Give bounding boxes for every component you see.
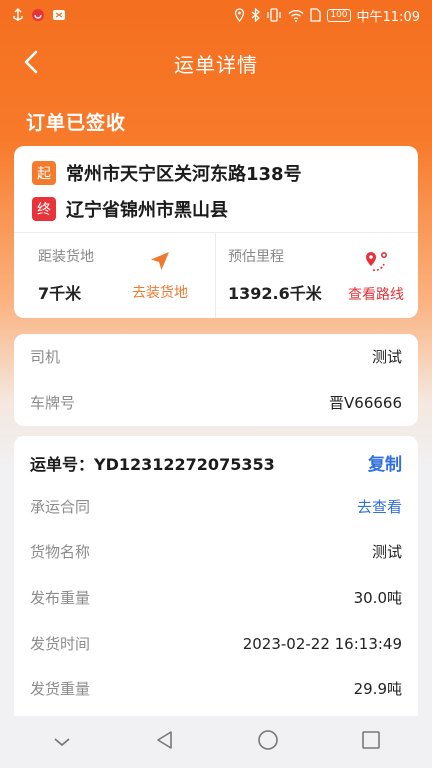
copy-button[interactable]: 复制 [368,450,402,475]
order-header: 运单号：YD12312272075353 复制 [30,450,402,476]
go-to-loading-button[interactable]: 去装货地 [132,250,188,302]
wifi-icon [288,9,304,22]
route-card: 起 常州市天宁区关河东路138号 终 辽宁省锦州市黑山县 距装货地 7千米 去装… [14,146,418,318]
distance-value: 7千米 [38,284,82,303]
collapse-icon [53,733,71,752]
plate-row: 车牌号 晋V66666 [30,392,402,413]
mileage-value: 1392.6千米 [228,284,322,303]
ship-time-label: 发货时间 [30,635,91,653]
usb-icon [12,8,24,22]
plate-value: 晋V66666 [329,394,402,412]
shipped-weight-value: 29.9吨 [353,680,402,698]
divider [215,232,216,318]
page-title: 运单详情 [174,52,258,77]
status-bar: 100 中午11:09 [0,0,432,30]
sim-card-icon [310,8,321,22]
distance-label: 距装货地 [38,249,94,265]
goods-name-label: 货物名称 [30,543,91,561]
status-left [12,8,66,22]
start-address: 常州市天宁区关河东路138号 [66,164,302,185]
route-map-icon [363,250,389,278]
shipped-weight-label: 发货重量 [30,680,91,698]
start-address-row: 起 常州市天宁区关河东路138号 [32,160,302,186]
view-route-label: 查看路线 [348,287,404,303]
goods-name-row: 货物名称 测试 [30,541,402,562]
order-number: 运单号：YD12312272075353 [30,454,275,474]
end-address: 辽宁省锦州市黑山县 [66,200,228,221]
published-weight-label: 发布重量 [30,589,91,607]
driver-row: 司机 测试 [30,346,402,367]
bluetooth-icon [251,8,261,22]
estimated-mileage: 预估里程 1392.6千米 [228,246,322,304]
sim-icon [52,9,66,21]
contract-label: 承运合同 [30,498,91,516]
goods-name-value: 测试 [371,543,402,561]
go-to-loading-label: 去装货地 [132,285,188,301]
driver-card: 司机 测试 车牌号 晋V66666 [14,334,418,426]
end-address-row: 终 辽宁省锦州市黑山县 [32,196,228,222]
published-weight-value: 30.0吨 [353,589,402,607]
plate-label: 车牌号 [30,394,76,412]
divider [14,232,418,233]
mileage-label: 预估里程 [228,249,284,265]
system-recents-button[interactable] [349,720,393,764]
end-tag: 终 [32,197,56,221]
system-back-button[interactable] [143,720,187,764]
view-route-button[interactable]: 查看路线 [348,250,404,304]
chevron-left-icon [23,50,39,78]
order-status-text: 订单已签收 [26,112,127,134]
driver-label: 司机 [30,348,61,366]
system-navigation-bar [0,716,432,768]
ship-time-value: 2023-02-22 16:13:49 [242,634,402,653]
navigation-arrow-icon [149,250,171,276]
distance-to-loading: 距装货地 7千米 [38,246,94,304]
ship-time-row: 发货时间 2023-02-22 16:13:49 [30,633,402,654]
system-home-button[interactable] [246,720,290,764]
status-time: 中午11:09 [356,9,420,25]
shipped-weight-row: 发货重量 29.9吨 [30,678,402,699]
home-circle-icon [257,729,279,755]
navigation-bar: 运单详情 [0,36,432,90]
start-tag: 起 [32,161,56,185]
collapse-button[interactable] [40,720,84,764]
order-card: 运单号：YD12312272075353 复制 承运合同 去查看 货物名称 测试… [14,436,418,726]
vibrate-icon [266,8,282,22]
back-triangle-icon [155,730,175,754]
location-icon [234,8,245,22]
recents-square-icon [361,730,381,754]
app-notification-icon [30,8,46,22]
view-contract-link[interactable]: 去查看 [357,496,402,517]
status-right: 100 中午11:09 [234,6,420,25]
driver-value: 测试 [371,348,402,366]
contract-row: 承运合同 去查看 [30,496,402,517]
back-button[interactable] [12,45,50,83]
published-weight-row: 发布重量 30.0吨 [30,587,402,608]
battery-indicator: 100 [327,8,351,22]
